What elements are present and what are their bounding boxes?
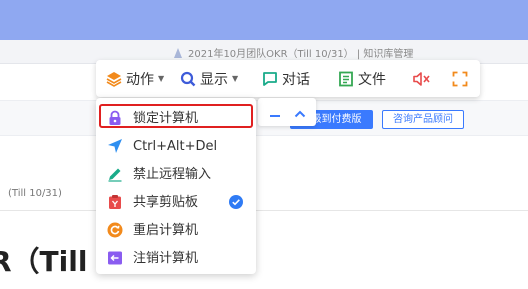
- checkmark-icon: [229, 195, 243, 209]
- layers-icon: [106, 71, 122, 87]
- menu-item-ctrl-alt-del[interactable]: Ctrl+Alt+Del: [96, 133, 256, 160]
- collapse-toolbar-button[interactable]: [289, 102, 311, 122]
- lock-icon: [107, 110, 123, 126]
- chevron-up-icon: [294, 103, 306, 122]
- restart-icon: [107, 222, 123, 238]
- mute-button[interactable]: [412, 60, 432, 97]
- search-icon: [180, 71, 196, 87]
- chat-label: 对话: [282, 71, 310, 88]
- toolbar-mini-controls: [258, 98, 316, 126]
- file-button[interactable]: 文件: [338, 60, 386, 97]
- document-title: 2021年10月团队OKR（Till 10/31） | 知识库管理: [172, 45, 413, 60]
- menu-item-restart-computer[interactable]: 重启计算机: [96, 217, 256, 244]
- sub-heading: (Till 10/31): [8, 188, 62, 199]
- menu-item-lock-computer[interactable]: 锁定计算机: [96, 105, 256, 132]
- menu-item-share-clipboard[interactable]: 共享剪贴板: [96, 189, 256, 216]
- pen-icon: [107, 166, 123, 182]
- action-label: 动作: [126, 71, 154, 88]
- menu-item-label: Ctrl+Alt+Del: [133, 139, 218, 154]
- action-menu-button[interactable]: 动作 ▼: [106, 60, 164, 97]
- menu-item-label: 重启计算机: [133, 223, 199, 238]
- file-label: 文件: [358, 71, 386, 88]
- minus-icon: [269, 103, 281, 122]
- divider: [0, 210, 528, 211]
- display-menu-button[interactable]: 显示 ▼: [180, 60, 238, 97]
- document-icon: [338, 71, 354, 87]
- caret-down-icon: ▼: [158, 74, 165, 83]
- consult-advisor-button[interactable]: 咨询产品顾问: [382, 110, 464, 129]
- action-dropdown-menu: 锁定计算机 Ctrl+Alt+Del 禁止远程输入 共享剪贴板 重启计算机 注销…: [96, 98, 256, 274]
- fullscreen-icon: [452, 71, 468, 87]
- menu-item-label: 锁定计算机: [133, 111, 199, 126]
- menu-item-label: 禁止远程输入: [133, 167, 212, 182]
- speaker-mute-icon: [412, 71, 432, 87]
- send-arrow-icon: [107, 138, 123, 154]
- remote-control-toolbar: 动作 ▼ 显示 ▼ 对话 文件: [96, 60, 480, 97]
- document-type-icon: [172, 47, 184, 59]
- app-header-bar: [0, 0, 528, 40]
- clipboard-icon: [107, 194, 123, 210]
- menu-item-logout-computer[interactable]: 注销计算机: [96, 245, 256, 272]
- menu-item-label: 注销计算机: [133, 251, 199, 266]
- document-title-text: 2021年10月团队OKR（Till 10/31） | 知识库管理: [188, 49, 414, 60]
- display-label: 显示: [200, 71, 228, 88]
- chat-button[interactable]: 对话: [262, 60, 310, 97]
- logout-icon: [107, 250, 123, 266]
- minimize-button[interactable]: [264, 102, 286, 122]
- menu-item-disable-remote-input[interactable]: 禁止远程输入: [96, 161, 256, 188]
- fullscreen-button[interactable]: [452, 60, 468, 97]
- chat-bubble-icon: [262, 71, 278, 87]
- menu-item-label: 共享剪贴板: [133, 195, 199, 210]
- caret-down-icon: ▼: [232, 74, 239, 83]
